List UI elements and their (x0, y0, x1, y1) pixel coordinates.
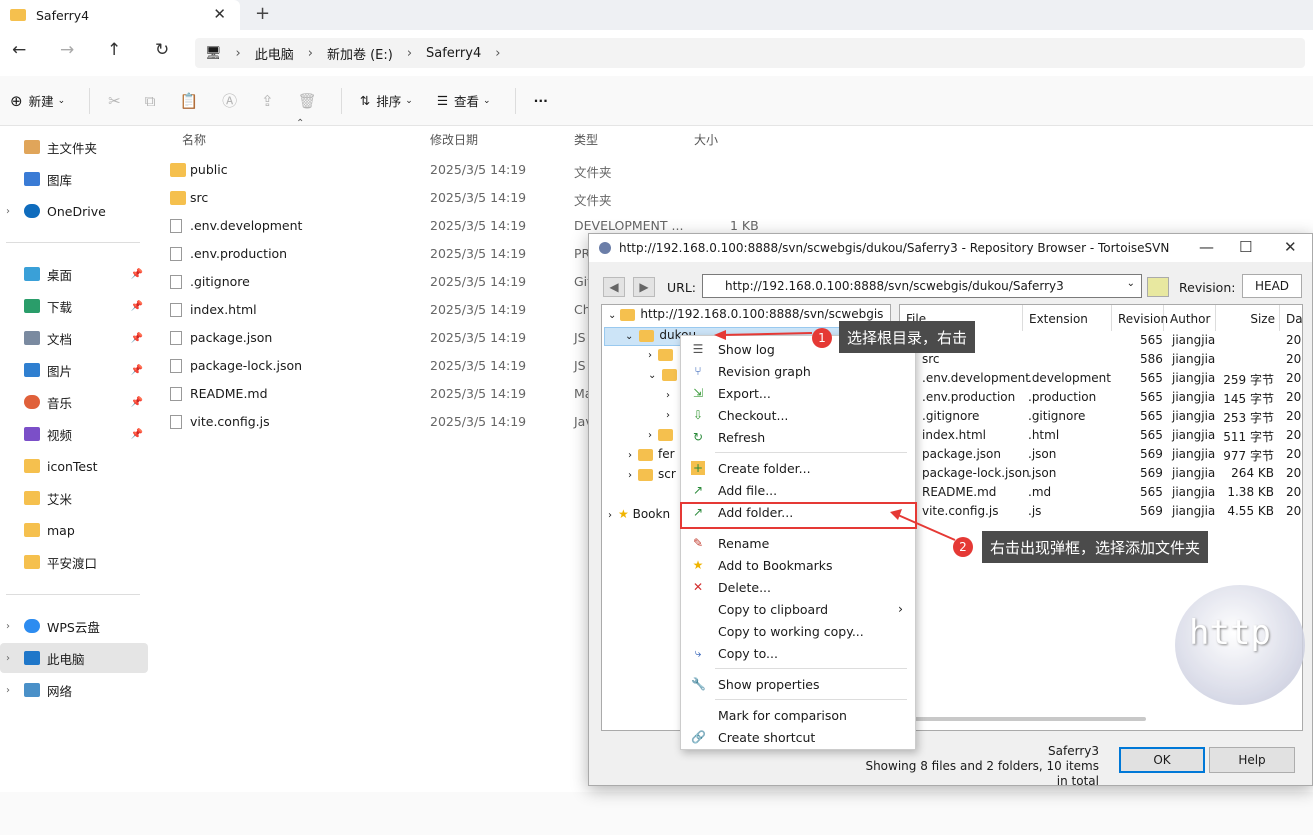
step-badge-1: 1 (812, 328, 832, 348)
arrow-head-1 (714, 330, 726, 340)
arrow-line-1 (721, 332, 813, 336)
step-badge-2: 2 (953, 537, 973, 557)
annotation-note-2: 右击出现弹框，选择添加文件夹 (982, 531, 1209, 563)
watermark-globe: http (1175, 585, 1305, 705)
arrow-line-2 (897, 514, 956, 541)
annotation-arrows (714, 330, 956, 541)
arrow-head-2 (890, 509, 902, 520)
annotation-note-1: 选择根目录，右击 (839, 321, 976, 353)
